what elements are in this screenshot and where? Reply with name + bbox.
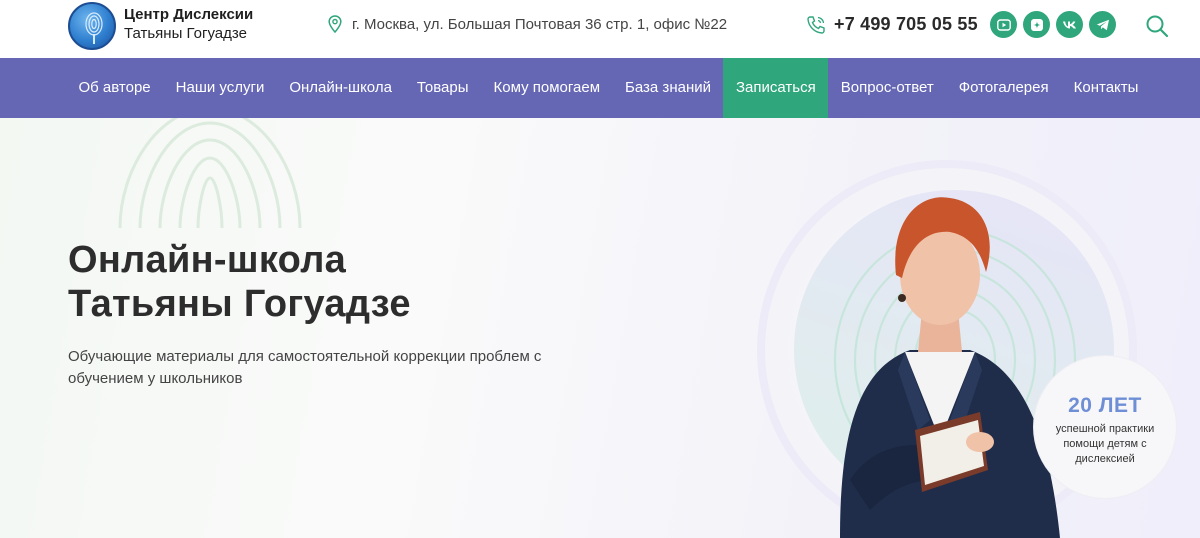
zen-icon [1030,18,1043,31]
brand-line2: Татьяны Гогуадзе [124,25,247,42]
brand-line1: Центр Дислексии [124,6,254,23]
telegram-icon [1096,19,1109,30]
youtube-icon [996,18,1011,31]
zen-button[interactable] [1023,11,1050,38]
hero-title: Онлайн-школа Татьяны Гогуадзе [68,238,411,326]
nav-item-online-school[interactable]: Онлайн-школа [277,58,405,118]
experience-badge: 20 ЛЕТ успешной практики помощи детям с … [1034,356,1176,498]
hero-section: Онлайн-школа Татьяны Гогуадзе Обучающие … [0,118,1200,538]
vk-icon [1062,21,1076,28]
telegram-button[interactable] [1089,11,1116,38]
nav-item-knowledge-base[interactable]: База знаний [613,58,724,118]
vk-button[interactable] [1056,11,1083,38]
logo-icon [85,12,103,44]
phone-number: +7 499 705 05 55 [834,14,978,34]
phone[interactable]: +7 499 705 05 55 [806,14,978,35]
nav-item-who-we-help[interactable]: Кому помогаем [481,58,613,118]
nav-item-contacts[interactable]: Контакты [1061,58,1151,118]
nav-item-services[interactable]: Наши услуги [163,58,277,118]
brand-name[interactable]: Центр Дислексии Татьяны Гогуадзе [124,6,253,43]
nav-item-photo-gallery[interactable]: Фотогалерея [946,58,1061,118]
location-pin-icon [328,15,342,33]
phone-icon [807,15,825,34]
badge-description: успешной практики помощи детям с дислекс… [1055,423,1155,465]
hero-title-line1: Онлайн-школа [68,239,347,281]
address-text: г. Москва, ул. Большая Почтовая 36 стр. … [352,15,728,33]
search-button[interactable] [1145,14,1169,38]
nav-item-sign-up[interactable]: Записаться [723,58,829,118]
nav-items: Об авторе Наши услуги Онлайн-школа Товар… [66,58,1151,118]
main-nav: Об авторе Наши услуги Онлайн-школа Товар… [0,58,1200,118]
address: г. Москва, ул. Большая Почтовая 36 стр. … [328,15,727,33]
author-photo [840,197,1060,538]
social-links [990,11,1122,38]
nav-item-products[interactable]: Товары [404,58,481,118]
logo[interactable] [68,2,116,50]
hero-title-line2: Татьяны Гогуадзе [68,283,411,325]
nav-item-about[interactable]: Об авторе [66,58,163,118]
nav-item-faq[interactable]: Вопрос-ответ [828,58,946,118]
search-icon [1146,15,1169,38]
hero-subtitle: Обучающие материалы для самостоятельной … [68,348,542,387]
badge-years: 20 ЛЕТ [1068,394,1142,417]
fingerprint-decoration-icon [118,118,302,228]
youtube-button[interactable] [990,11,1017,38]
site-header: Центр Дислексии Татьяны Гогуадзе г. Моск… [0,0,1200,58]
